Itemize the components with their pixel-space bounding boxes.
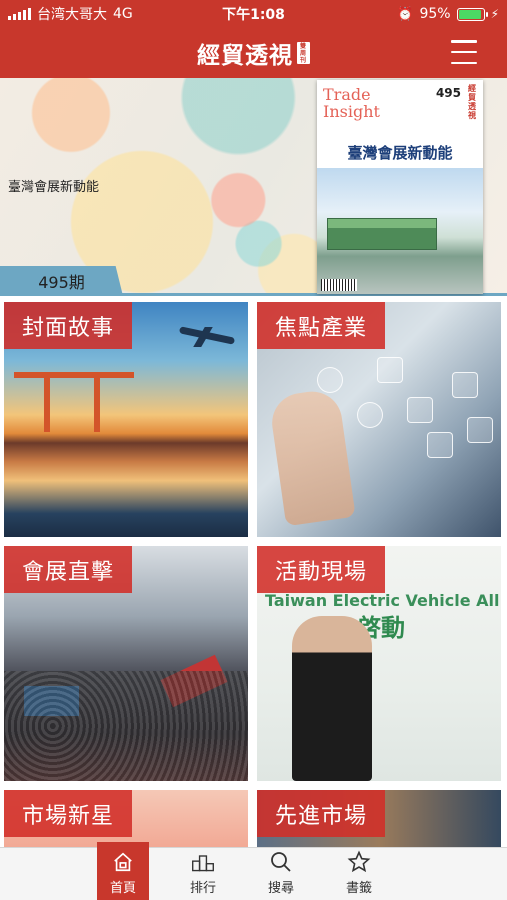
hamburger-menu-icon[interactable] (451, 40, 477, 64)
battery-percent: 95% (419, 6, 451, 22)
tab-ranking[interactable]: 排行 (177, 848, 229, 900)
logo-badge: 雙周刊 (297, 42, 310, 64)
issue-label: 495期 (0, 266, 123, 296)
cover-photo (317, 168, 483, 294)
tab-label: 排行 (189, 881, 216, 896)
crane-image (14, 372, 134, 378)
star-icon (347, 850, 371, 874)
cover-brand-line2: Insight (323, 102, 380, 121)
podium-icon (191, 850, 215, 874)
category-tile-advanced-market[interactable]: 先進市場 (257, 790, 501, 847)
category-tile-event-scene[interactable]: Taiwan Electric Vehicle All 啓動 活動現場 (257, 546, 501, 781)
category-tile-focus-industry[interactable]: 焦點產業 (257, 302, 501, 537)
cover-headline: 臺灣會展新動能 (347, 144, 453, 162)
tile-label: 市場新星 (4, 790, 133, 837)
category-tile-rising-market[interactable]: 市場新星 (4, 790, 248, 847)
crane-image (44, 372, 50, 432)
hud-icon (317, 367, 343, 393)
tab-label: 搜尋 (267, 881, 294, 896)
app-logo: 經貿透視 雙周刊 (197, 36, 310, 70)
crane-image (94, 372, 100, 432)
tab-label: 首頁 (109, 881, 136, 896)
cover-issue-number: 495 (435, 86, 461, 100)
status-right: ⏰ 95% ⚡ (397, 6, 499, 22)
cover-vertical-title: 經貿透視 (468, 84, 476, 120)
hand-image (268, 387, 356, 527)
carrier-name: 台湾大哥大 (37, 7, 107, 23)
speaker-image (292, 616, 372, 781)
hero-title: 臺灣會展新動能 (8, 180, 100, 195)
magazine-cover[interactable]: Trade Insight 495 經貿透視 臺灣會展新動能 (317, 80, 483, 294)
tile-label: 焦點產業 (257, 302, 386, 349)
cover-masthead: Trade Insight 495 經貿透視 (317, 80, 483, 140)
tab-label: 書籤 (345, 881, 372, 896)
hud-icon (357, 402, 383, 428)
tab-home[interactable]: 首頁 (97, 842, 149, 900)
cover-brand-line1: Trade (323, 85, 371, 104)
alarm-icon: ⏰ (397, 6, 414, 22)
crowd-image (4, 671, 248, 781)
hud-icon (377, 357, 403, 383)
status-bar: 台湾大哥大 4G 下午1:08 ⏰ 95% ⚡ (0, 0, 507, 28)
tile-label: 會展直擊 (4, 546, 133, 593)
hero-banner[interactable]: 臺灣會展新動能 495期 Trade Insight 495 經貿透視 臺灣會展… (0, 78, 507, 296)
tab-bookmarks[interactable]: 書籤 (333, 848, 385, 900)
network-type: 4G (113, 6, 133, 22)
status-left: 台湾大哥大 4G (8, 4, 133, 24)
battery-fill (458, 9, 482, 19)
battery-icon (456, 7, 488, 21)
tile-label: 先進市場 (257, 790, 386, 837)
home-icon (111, 850, 135, 874)
barcode-icon (321, 279, 357, 291)
tile-label: 封面故事 (4, 302, 133, 349)
cover-brand: Trade Insight (323, 86, 380, 120)
hud-icon (467, 417, 493, 443)
hud-icon (452, 372, 478, 398)
bolt-icon: ⚡ (490, 7, 499, 21)
tab-search[interactable]: 搜尋 (255, 848, 307, 900)
status-time: 下午1:08 (222, 7, 285, 23)
category-tile-exhibition[interactable]: 會展直擊 (4, 546, 248, 781)
cover-building-image (327, 218, 437, 250)
signal-strength-icon (8, 8, 31, 20)
search-icon (269, 850, 293, 874)
category-tile-cover-story[interactable]: 封面故事 (4, 302, 248, 537)
app-header: 經貿透視 雙周刊 (0, 28, 507, 78)
bottom-tab-bar: 首頁 排行 搜尋 書籤 (0, 842, 507, 900)
logo-text: 經貿透視 (197, 42, 293, 69)
tile-label: 活動現場 (257, 546, 386, 593)
hud-icon (427, 432, 453, 458)
hud-icon (407, 397, 433, 423)
